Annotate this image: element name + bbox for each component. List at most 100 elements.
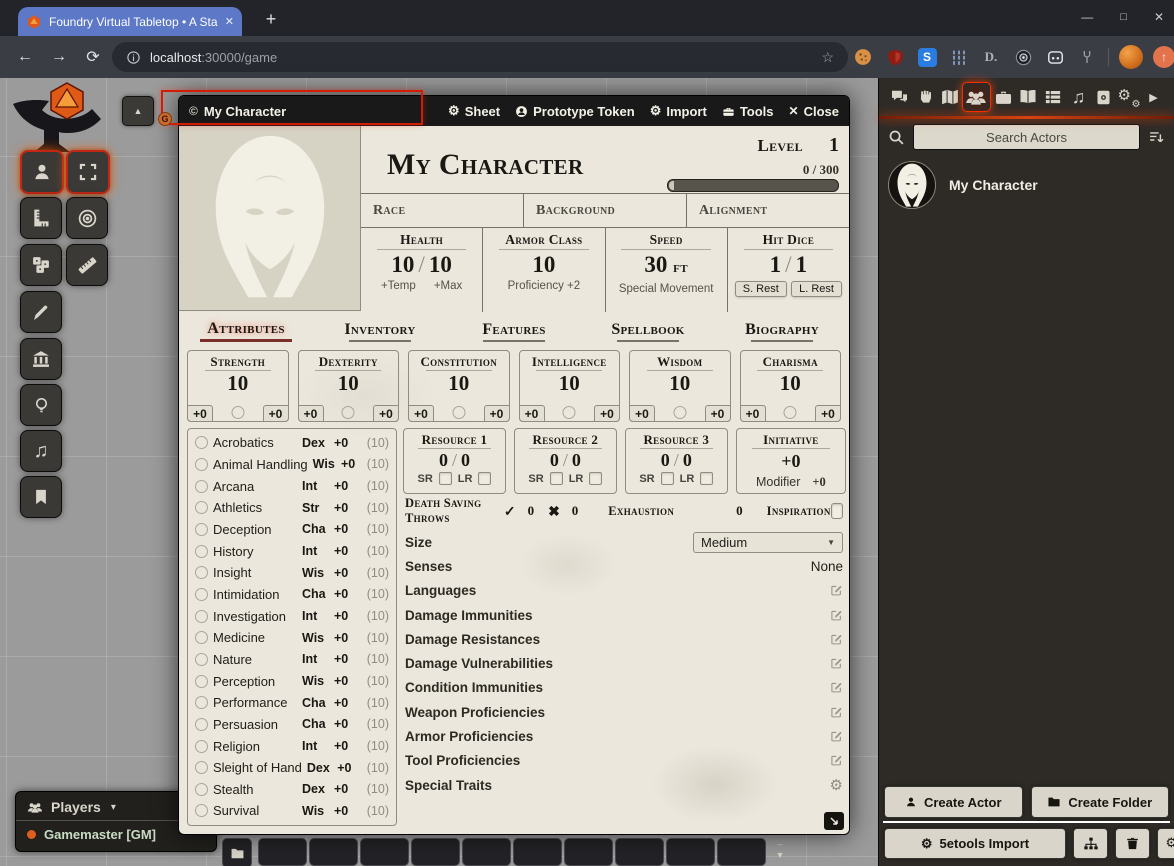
short-rest-checkbox[interactable]	[439, 472, 452, 485]
robot-extension-icon[interactable]	[1044, 46, 1066, 68]
hp-max[interactable]: 10	[429, 252, 452, 277]
sort-filter-icon[interactable]	[1148, 129, 1165, 146]
skill-name[interactable]: Religion	[213, 739, 297, 754]
skill-row[interactable]: Acrobatics Dex +0 (10)	[195, 435, 389, 450]
save-proficiency-radio[interactable]	[673, 406, 686, 419]
edit-icon[interactable]	[830, 754, 843, 767]
import-button[interactable]: ⚙Import	[650, 103, 707, 119]
maximize-icon[interactable]: □	[1120, 11, 1127, 23]
tab-journal[interactable]	[1016, 82, 1041, 112]
grid-extension-icon[interactable]	[948, 46, 970, 68]
skill-name[interactable]: Medicine	[213, 630, 297, 645]
skill-proficiency-radio[interactable]	[195, 718, 208, 731]
create-actor-button[interactable]: Create Actor	[884, 786, 1023, 818]
long-rest-checkbox[interactable]	[589, 472, 602, 485]
skill-row[interactable]: Performance Cha +0 (10)	[195, 695, 389, 710]
skill-row[interactable]: Arcana Int +0 (10)	[195, 479, 389, 494]
hit-dice-max[interactable]: 1	[796, 252, 808, 277]
resource-label[interactable]: Resource 3	[626, 432, 727, 448]
long-rest-button[interactable]: L. Rest	[791, 281, 842, 297]
speed-block[interactable]: Speed 30 ft Special Movement	[606, 228, 728, 312]
character-name[interactable]: My Character	[387, 148, 583, 182]
measure-tool-button[interactable]	[66, 244, 108, 286]
health-block[interactable]: Health 10/10 +Temp+Max	[361, 228, 483, 312]
initiative-block[interactable]: Initiative +0 Modifier+0	[736, 428, 846, 494]
long-rest-checkbox[interactable]	[478, 472, 491, 485]
skill-proficiency-radio[interactable]	[195, 783, 208, 796]
actor-entry[interactable]: My Character	[879, 158, 1174, 212]
resource-block[interactable]: Resource 2 0/0 SRLR	[514, 428, 617, 494]
armor-class-block[interactable]: Armor Class 10 Proficiency +2	[483, 228, 605, 312]
reload-button[interactable]: ⟳	[80, 44, 106, 70]
skill-proficiency-radio[interactable]	[195, 675, 208, 688]
ability-value[interactable]: 10	[188, 372, 288, 394]
initiative-mod-value[interactable]: +0	[812, 475, 825, 490]
search-input[interactable]: Search Actors	[913, 124, 1140, 150]
skill-name[interactable]: Animal Handling	[213, 457, 308, 472]
death-success-value[interactable]: 0	[528, 503, 535, 519]
skill-proficiency-radio[interactable]	[195, 545, 208, 558]
short-rest-checkbox[interactable]	[661, 472, 674, 485]
drawing-tool-button[interactable]	[20, 291, 62, 333]
skill-name[interactable]: Athletics	[213, 500, 297, 515]
macro-slot[interactable]	[462, 838, 511, 866]
macro-folder-button[interactable]	[222, 838, 252, 866]
page-minus[interactable]: –	[777, 840, 782, 849]
skill-proficiency-radio[interactable]	[195, 631, 208, 644]
skill-name[interactable]: Arcana	[213, 479, 297, 494]
skill-name[interactable]: Survival	[213, 803, 297, 818]
ability-block[interactable]: Dexterity 10 +0 +0	[298, 350, 400, 422]
skill-row[interactable]: Investigation Int +0 (10)	[195, 609, 389, 624]
browser-update-icon[interactable]: ↑	[1153, 46, 1174, 68]
tiles-tool-button[interactable]	[20, 244, 62, 286]
ability-value[interactable]: 10	[409, 372, 509, 394]
character-portrait[interactable]	[179, 126, 361, 311]
ability-block[interactable]: Intelligence 10 +0 +0	[519, 350, 621, 422]
skill-row[interactable]: Sleight of Hand Dex +0 (10)	[195, 760, 389, 775]
5etools-import-button[interactable]: ⚙ 5etools Import	[884, 828, 1066, 859]
macro-slot[interactable]	[309, 838, 358, 866]
hp-value[interactable]: 10	[391, 252, 414, 277]
character-sheet-window[interactable]: © My Character ⚙Sheet Prototype Token ⚙I…	[178, 95, 850, 835]
tab-settings[interactable]: ⚙⚙	[1116, 82, 1141, 112]
edit-icon[interactable]	[830, 584, 843, 597]
skill-name[interactable]: Performance	[213, 695, 297, 710]
short-rest-button[interactable]: S. Rest	[735, 281, 787, 297]
resource-label[interactable]: Resource 1	[404, 432, 505, 448]
long-rest-checkbox[interactable]	[700, 472, 713, 485]
tab-actors[interactable]	[962, 82, 991, 112]
macro-slot[interactable]	[564, 838, 613, 866]
close-window-icon[interactable]: ✕	[1154, 10, 1164, 24]
sheet-tab[interactable]: Spellbook	[581, 316, 715, 346]
tab-close-icon[interactable]: ✕	[225, 15, 234, 28]
skill-name[interactable]: Acrobatics	[213, 435, 297, 450]
new-tab-button[interactable]: +	[258, 6, 284, 32]
tab-combat[interactable]	[912, 82, 937, 112]
ac-value[interactable]: 10	[483, 252, 604, 278]
skill-name[interactable]: Nature	[213, 652, 297, 667]
macro-slot[interactable]	[513, 838, 562, 866]
save-proficiency-radio[interactable]	[784, 406, 797, 419]
skill-proficiency-radio[interactable]	[195, 588, 208, 601]
death-success-icon[interactable]: ✓	[504, 503, 516, 520]
hit-dice-value[interactable]: 1	[770, 252, 782, 277]
ability-block[interactable]: Charisma 10 +0 +0	[740, 350, 842, 422]
ability-mod[interactable]: +0	[519, 405, 545, 422]
skill-proficiency-radio[interactable]	[195, 761, 208, 774]
ability-value[interactable]: 10	[630, 372, 730, 394]
max-hp-label[interactable]: +Max	[434, 280, 462, 292]
skill-row[interactable]: Survival Wis +0 (10)	[195, 803, 389, 818]
skill-proficiency-radio[interactable]	[195, 480, 208, 493]
select-tool-button[interactable]	[66, 150, 110, 194]
save-proficiency-radio[interactable]	[342, 406, 355, 419]
edit-icon[interactable]	[830, 657, 843, 670]
skill-name[interactable]: Investigation	[213, 609, 297, 624]
save-proficiency-radio[interactable]	[563, 406, 576, 419]
bookmark-star-icon[interactable]: ☆	[821, 49, 834, 66]
size-select[interactable]: Medium▼	[693, 532, 843, 553]
macro-slot[interactable]	[717, 838, 766, 866]
resource-label[interactable]: Resource 2	[515, 432, 616, 448]
skill-name[interactable]: Insight	[213, 565, 297, 580]
sheet-tab[interactable]: Biography	[715, 316, 849, 346]
ability-save[interactable]: +0	[484, 405, 510, 422]
